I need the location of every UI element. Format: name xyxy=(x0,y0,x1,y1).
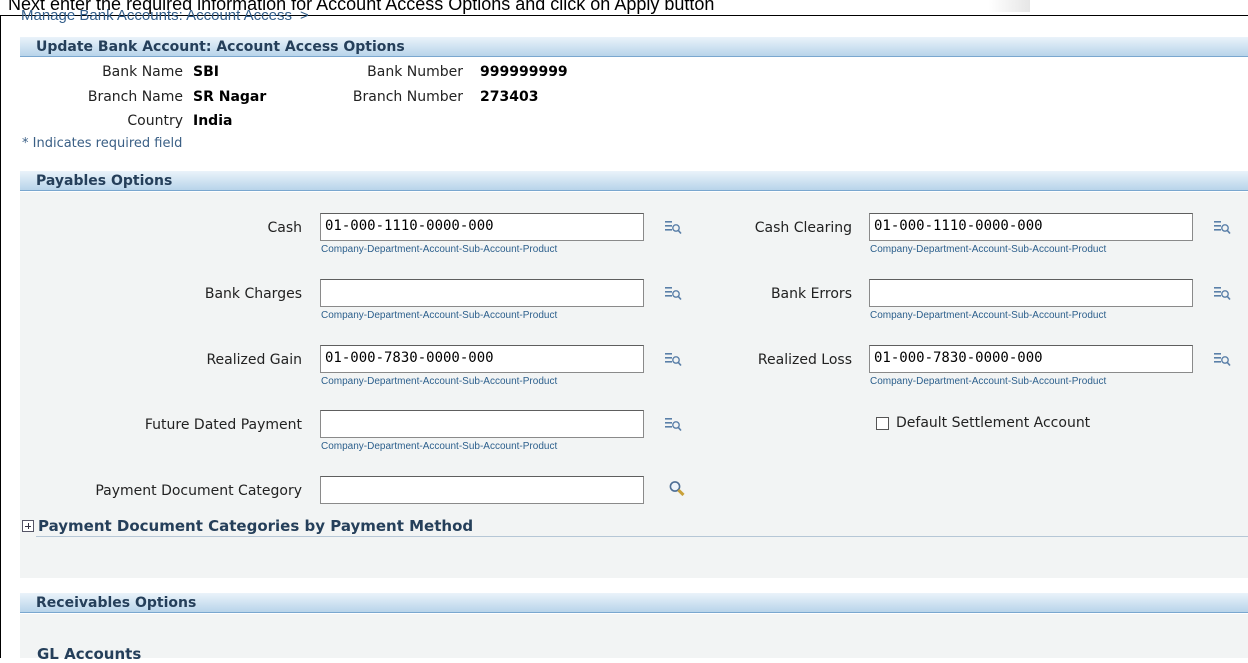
default-settlement-account-row[interactable]: Default Settlement Account xyxy=(876,415,1090,431)
search-icon[interactable] xyxy=(668,480,686,496)
breadcrumb-link[interactable]: Manage Bank Accounts: Account Access xyxy=(21,7,292,24)
branch-number-value: 273403 xyxy=(480,89,539,105)
bank-number-label: Bank Number xyxy=(367,64,463,80)
flexfield-lookup-icon[interactable] xyxy=(1213,351,1231,367)
bank-errors-input[interactable] xyxy=(869,279,1193,307)
future-dated-payment-label: Future Dated Payment xyxy=(144,417,302,433)
branch-number-label: Branch Number xyxy=(352,89,463,105)
cash-clearing-hint: Company-Department-Account-Sub-Account-P… xyxy=(870,244,1107,255)
bank-charges-label: Bank Charges xyxy=(204,286,302,302)
flexfield-lookup-icon[interactable] xyxy=(664,416,682,432)
bank-errors-hint: Company-Department-Account-Sub-Account-P… xyxy=(870,310,1107,321)
breadcrumb: Manage Bank Accounts: Account Access > xyxy=(21,7,309,24)
default-settlement-checkbox[interactable] xyxy=(876,416,889,430)
required-field-note: * Indicates required field xyxy=(22,136,183,151)
bank-errors-label: Bank Errors xyxy=(770,286,852,302)
branch-name-label: Branch Name xyxy=(87,89,183,105)
future-dated-payment-input[interactable] xyxy=(320,410,644,438)
realized-gain-input[interactable]: 01-000-7830-0000-000 xyxy=(320,345,644,373)
payment-categories-by-method-toggle[interactable]: Payment Document Categories by Payment M… xyxy=(22,517,473,535)
receivables-panel xyxy=(20,614,1248,658)
future-dated-payment-hint: Company-Department-Account-Sub-Account-P… xyxy=(321,441,558,452)
bank-name-label: Bank Name xyxy=(102,64,183,80)
bank-charges-input[interactable] xyxy=(320,279,644,307)
default-settlement-label: Default Settlement Account xyxy=(896,415,1091,431)
flexfield-lookup-icon[interactable] xyxy=(664,219,682,235)
cash-input[interactable]: 01-000-1110-0000-000 xyxy=(320,213,644,241)
cash-label: Cash xyxy=(267,220,302,236)
expand-icon[interactable] xyxy=(22,520,34,532)
country-value: India xyxy=(193,113,233,129)
realized-gain-label: Realized Gain xyxy=(206,352,302,368)
flexfield-lookup-icon[interactable] xyxy=(1213,285,1231,301)
branch-name-value: SR Nagar xyxy=(193,89,267,105)
flexfield-lookup-icon[interactable] xyxy=(664,351,682,367)
divider xyxy=(36,536,1248,537)
cash-clearing-label: Cash Clearing xyxy=(754,220,852,236)
gl-accounts-heading: GL Accounts xyxy=(37,645,142,663)
payment-document-category-input[interactable] xyxy=(320,476,644,504)
flexfield-lookup-icon[interactable] xyxy=(664,285,682,301)
page-title: Update Bank Account: Account Access Opti… xyxy=(20,37,1248,57)
flexfield-lookup-icon[interactable] xyxy=(1213,219,1231,235)
payment-categories-by-method-label: Payment Document Categories by Payment M… xyxy=(38,517,474,535)
payment-document-category-label: Payment Document Category xyxy=(95,483,302,499)
cash-hint: Company-Department-Account-Sub-Account-P… xyxy=(321,244,558,255)
realized-loss-input[interactable]: 01-000-7830-0000-000 xyxy=(869,345,1193,373)
payables-section-header: Payables Options xyxy=(20,171,1248,191)
cash-clearing-input[interactable]: 01-000-1110-0000-000 xyxy=(869,213,1193,241)
realized-gain-hint: Company-Department-Account-Sub-Account-P… xyxy=(321,376,558,387)
receivables-section-header: Receivables Options xyxy=(20,593,1248,613)
bank-name-value: SBI xyxy=(193,64,219,80)
bank-charges-hint: Company-Department-Account-Sub-Account-P… xyxy=(321,310,558,321)
bank-number-value: 999999999 xyxy=(480,64,568,80)
realized-loss-label: Realized Loss xyxy=(757,352,852,368)
country-label: Country xyxy=(127,113,183,129)
realized-loss-hint: Company-Department-Account-Sub-Account-P… xyxy=(870,376,1107,387)
breadcrumb-separator: > xyxy=(300,7,309,24)
